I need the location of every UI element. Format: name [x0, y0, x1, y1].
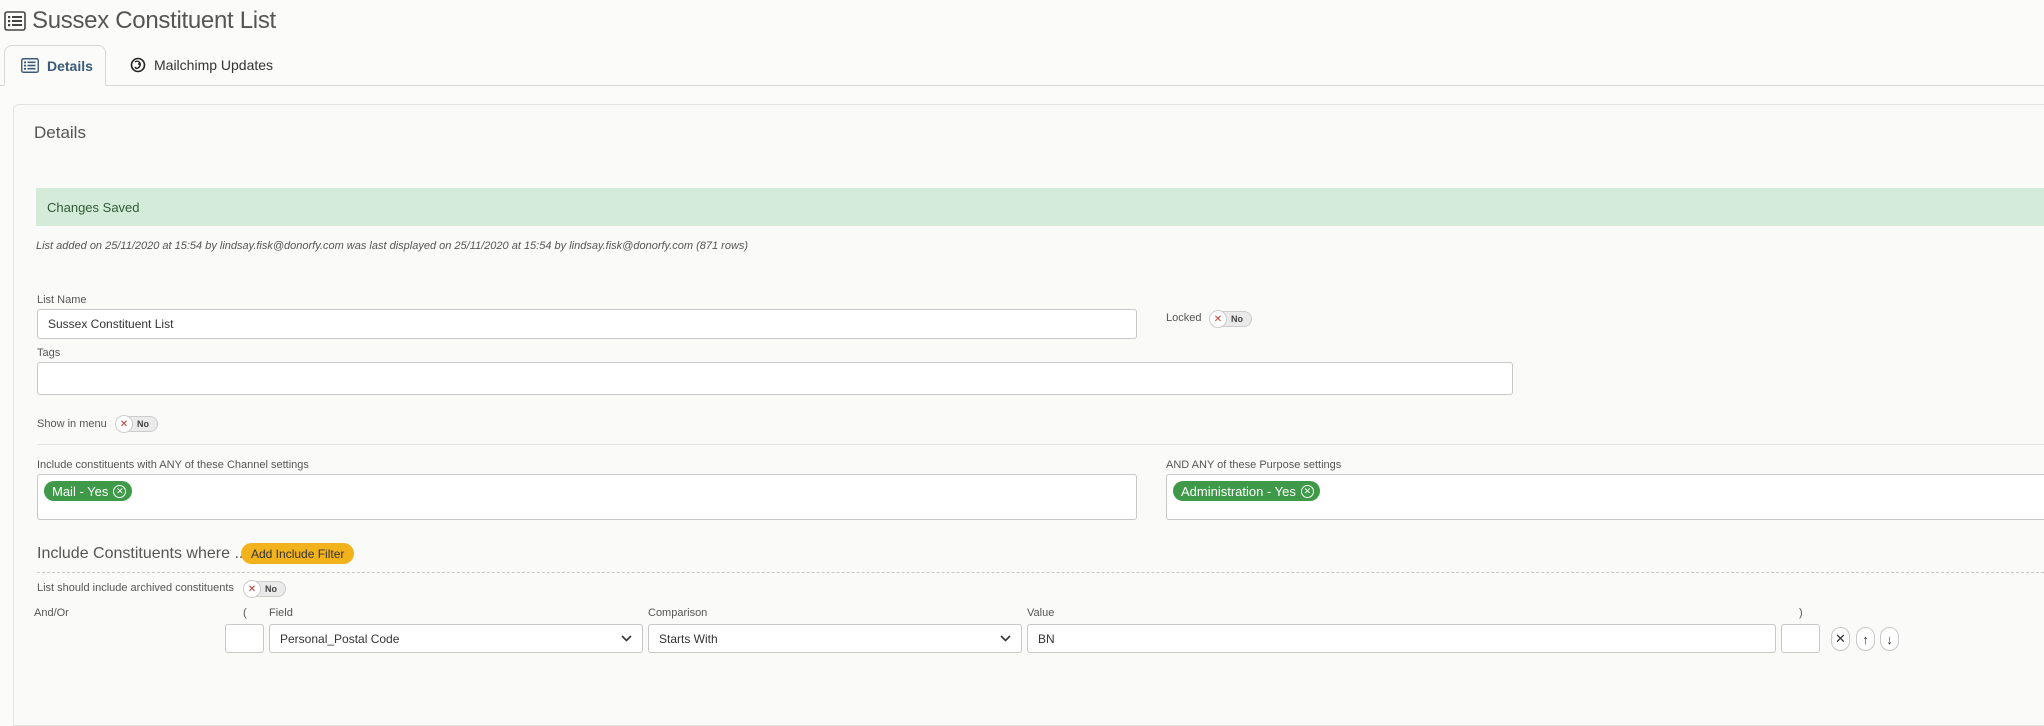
- tab-label: Details: [47, 57, 93, 74]
- list-name-input[interactable]: Sussex Constituent List: [37, 309, 1137, 339]
- comparison-value: Starts With: [659, 631, 718, 646]
- show-in-menu-label: Show in menu: [37, 418, 107, 430]
- chip-label: Mail - Yes: [52, 483, 109, 499]
- field-value: Personal_Postal Code: [280, 631, 400, 646]
- divider: [37, 444, 2044, 445]
- button-label: Add Include Filter: [251, 546, 345, 561]
- mailchimp-icon: [130, 57, 146, 73]
- archived-label: List should include archived constituent…: [37, 582, 234, 594]
- move-down-button[interactable]: ↓: [1880, 627, 1899, 651]
- chevron-down-icon: [621, 635, 632, 642]
- list-icon: [21, 58, 39, 73]
- tab-details[interactable]: Details: [4, 45, 106, 86]
- close-icon: ✕: [1835, 631, 1846, 646]
- page-title: Sussex Constituent List: [32, 7, 276, 34]
- purpose-chip[interactable]: Administration - Yes ✕: [1173, 481, 1320, 501]
- tab-bar: Details Mailchimp Updates: [0, 45, 2044, 86]
- close-icon: ✕: [1209, 310, 1227, 328]
- channel-settings-label: Include constituents with ANY of these C…: [37, 459, 309, 471]
- alert-text: Changes Saved: [47, 199, 140, 215]
- success-alert: Changes Saved: [36, 188, 2044, 226]
- tab-label: Mailchimp Updates: [154, 57, 274, 73]
- page-header: Sussex Constituent List: [4, 6, 276, 36]
- col-field: Field: [269, 607, 293, 619]
- value-text: BN: [1038, 631, 1055, 646]
- add-include-filter-button[interactable]: Add Include Filter: [241, 543, 355, 564]
- remove-chip-icon[interactable]: ✕: [113, 484, 127, 498]
- section-title: Details: [34, 123, 86, 142]
- close-icon: ✕: [115, 415, 133, 433]
- list-icon: [4, 11, 26, 31]
- col-comparison: Comparison: [648, 607, 708, 619]
- col-value: Value: [1027, 607, 1055, 619]
- include-filter-heading: Include Constituents where ...: [37, 545, 248, 562]
- value-input[interactable]: BN: [1027, 624, 1776, 653]
- chevron-down-icon: [1000, 635, 1011, 642]
- delete-filter-button[interactable]: ✕: [1831, 627, 1850, 651]
- purpose-settings-label: AND ANY of these Purpose settings: [1166, 459, 1342, 471]
- open-paren-input[interactable]: [225, 624, 264, 653]
- chip-label: Administration - Yes: [1181, 483, 1296, 499]
- tags-input[interactable]: [37, 362, 1513, 395]
- tab-mailchimp-updates[interactable]: Mailchimp Updates: [126, 45, 273, 85]
- channel-chip[interactable]: Mail - Yes ✕: [44, 481, 133, 501]
- locked-toggle[interactable]: ✕ No: [1209, 310, 1252, 328]
- arrow-up-icon: ↑: [1862, 631, 1869, 647]
- col-open-paren: (: [243, 607, 247, 619]
- list-name-label: List Name: [37, 294, 87, 306]
- field-select[interactable]: Personal_Postal Code: [269, 624, 643, 653]
- list-name-value: Sussex Constituent List: [48, 317, 174, 331]
- comparison-select[interactable]: Starts With: [648, 624, 1022, 653]
- locked-label: Locked: [1166, 312, 1202, 324]
- tags-label: Tags: [37, 347, 61, 359]
- show-in-menu-toggle[interactable]: ✕ No: [115, 415, 158, 433]
- purpose-settings-select[interactable]: Administration - Yes ✕: [1166, 474, 2044, 520]
- col-close-paren: ): [1799, 607, 1803, 619]
- remove-chip-icon[interactable]: ✕: [1300, 484, 1314, 498]
- close-icon: ✕: [243, 580, 261, 598]
- move-up-button[interactable]: ↑: [1856, 627, 1875, 651]
- list-meta-info: List added on 25/11/2020 at 15:54 by lin…: [36, 240, 749, 252]
- arrow-down-icon: ↓: [1886, 631, 1893, 647]
- divider: [37, 572, 2044, 573]
- archived-toggle[interactable]: ✕ No: [243, 580, 286, 598]
- channel-settings-select[interactable]: Mail - Yes ✕: [37, 474, 1137, 520]
- close-paren-input[interactable]: [1781, 624, 1820, 653]
- col-and-or: And/Or: [34, 607, 69, 619]
